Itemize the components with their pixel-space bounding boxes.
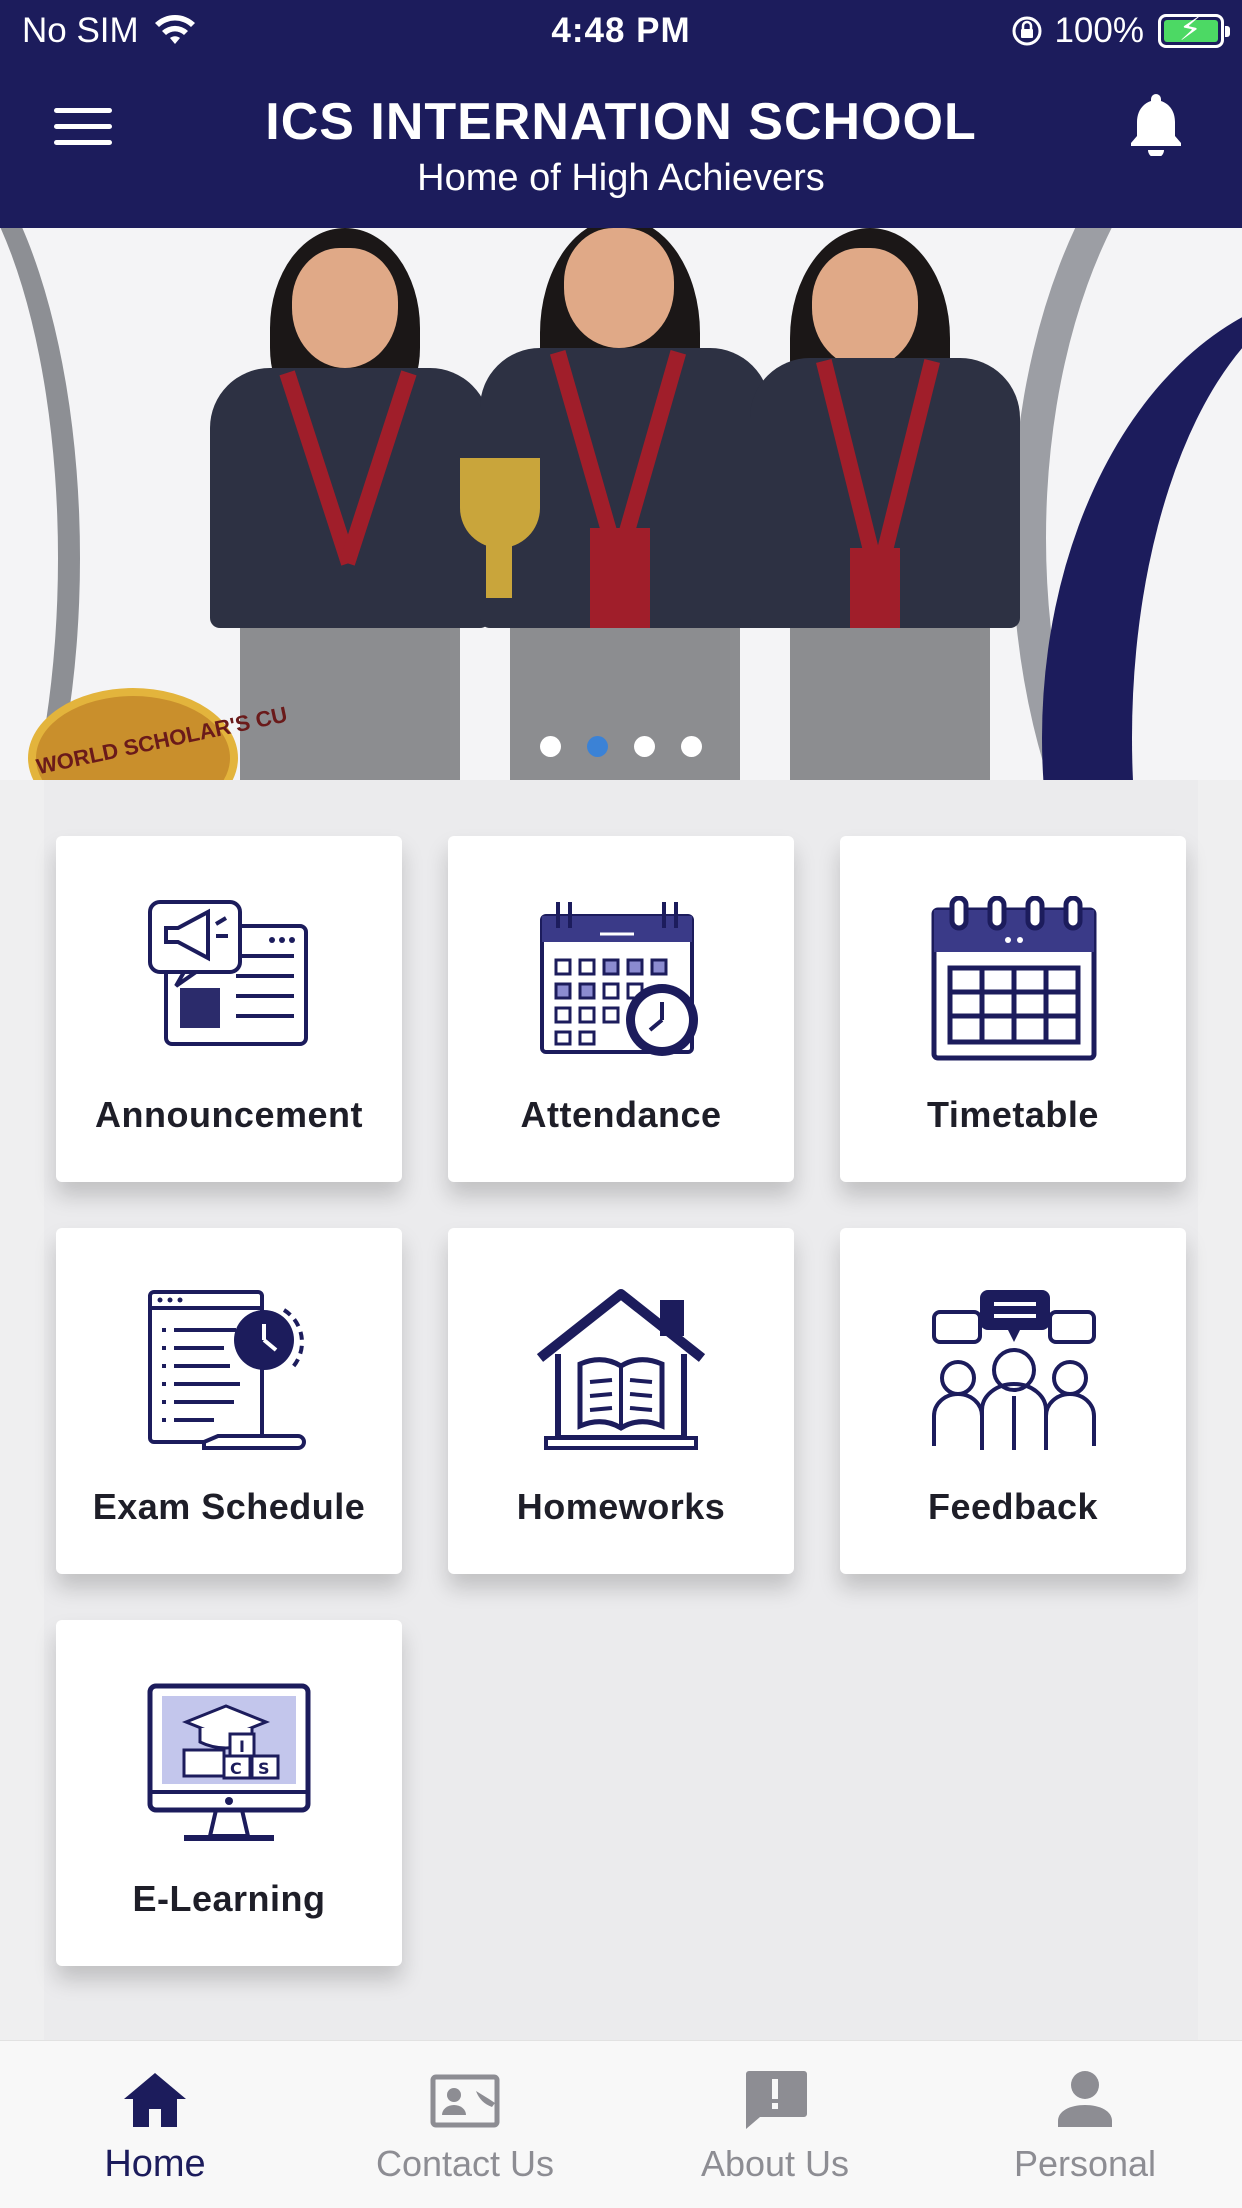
tile-timetable[interactable]: Timetable bbox=[840, 836, 1186, 1182]
status-bar: No SIM 4:48 PM 100% ⚡ bbox=[0, 0, 1242, 62]
app-header: No SIM 4:48 PM 100% ⚡ ICS INTERNATION SC… bbox=[0, 0, 1242, 228]
notification-bell-icon[interactable] bbox=[1126, 90, 1186, 158]
tile-homeworks[interactable]: Homeworks bbox=[448, 1228, 794, 1574]
svg-text:C: C bbox=[230, 1759, 242, 1778]
banner-photo-student-2 bbox=[460, 228, 780, 780]
app-title: ICS INTERNATION SCHOOL bbox=[265, 93, 977, 151]
tile-feedback[interactable]: Feedback bbox=[840, 1228, 1186, 1574]
carousel-pagination bbox=[0, 736, 1242, 757]
calendar-icon bbox=[931, 896, 1097, 1061]
tile-exam-schedule[interactable]: Exam Schedule bbox=[56, 1228, 402, 1574]
carousel-dot[interactable] bbox=[634, 736, 655, 757]
carousel-dot[interactable] bbox=[540, 736, 561, 757]
tile-label: Homeworks bbox=[516, 1486, 726, 1527]
contact-card-icon bbox=[430, 2074, 500, 2128]
people-chat-icon bbox=[932, 1290, 1096, 1450]
svg-text:I: I bbox=[239, 1737, 245, 1756]
hamburger-menu-icon[interactable] bbox=[54, 108, 112, 148]
banner-photo-student-1 bbox=[200, 228, 500, 780]
monitor-graduation-icon: I C S bbox=[147, 1683, 311, 1841]
battery-icon: ⚡ bbox=[1158, 13, 1230, 48]
tile-e-learning[interactable]: I C S E-Learning bbox=[56, 1620, 402, 1966]
bottom-tab-bar: Home Contact Us About Us Personal bbox=[0, 2040, 1242, 2208]
calendar-clock-icon bbox=[540, 902, 698, 1056]
tile-label: Announcement bbox=[94, 1094, 363, 1135]
title-block: ICS INTERNATION SCHOOL Home of High Achi… bbox=[200, 90, 1042, 202]
person-icon bbox=[1058, 2071, 1112, 2127]
tile-label: Timetable bbox=[927, 1094, 1099, 1135]
carousel-dot-active[interactable] bbox=[587, 736, 608, 757]
tile-label: Attendance bbox=[520, 1094, 722, 1135]
tab-about-us[interactable]: About Us bbox=[620, 2041, 930, 2208]
tab-label: Personal bbox=[1013, 2143, 1157, 2184]
tile-label: E-Learning bbox=[132, 1878, 326, 1919]
tile-announcement[interactable]: Announcement bbox=[56, 836, 402, 1182]
megaphone-icon bbox=[148, 900, 308, 1046]
home-icon bbox=[124, 2073, 186, 2127]
carousel-dot[interactable] bbox=[681, 736, 702, 757]
tab-label: Contact Us bbox=[375, 2143, 555, 2184]
promo-banner-carousel[interactable]: WORLD SCHOLAR'S CU bbox=[0, 228, 1242, 780]
battery-percent: 100% bbox=[1054, 11, 1144, 50]
info-bubble-icon bbox=[746, 2071, 807, 2129]
house-book-icon bbox=[536, 1289, 706, 1450]
tile-label: Feedback bbox=[927, 1486, 1099, 1527]
tab-contact-us[interactable]: Contact Us bbox=[310, 2041, 620, 2208]
tab-label: Home bbox=[104, 2143, 206, 2185]
banner-photo-student-3 bbox=[740, 228, 1040, 780]
orientation-lock-icon bbox=[1012, 16, 1042, 46]
tab-personal[interactable]: Personal bbox=[930, 2041, 1240, 2208]
tab-home[interactable]: Home bbox=[0, 2041, 310, 2208]
tile-attendance[interactable]: Attendance bbox=[448, 836, 794, 1182]
svg-text:S: S bbox=[258, 1759, 270, 1778]
document-clock-icon bbox=[148, 1290, 306, 1450]
tile-label: Exam Schedule bbox=[92, 1486, 366, 1527]
app-subtitle: Home of High Achievers bbox=[417, 157, 825, 199]
tab-label: About Us bbox=[700, 2143, 850, 2184]
